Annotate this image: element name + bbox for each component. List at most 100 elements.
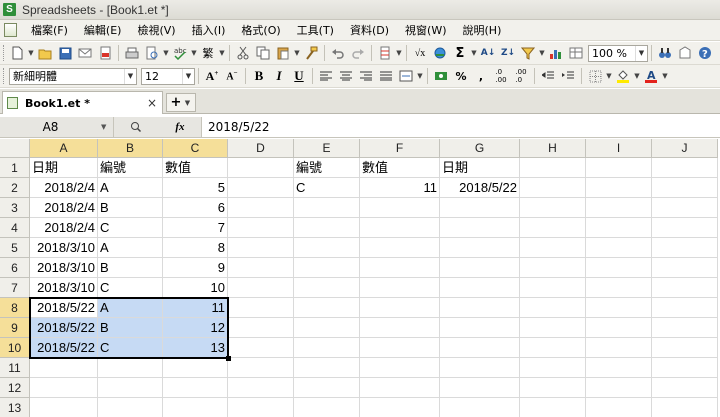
borders-icon[interactable] (586, 67, 604, 85)
insert-rows-icon[interactable] (376, 44, 394, 62)
cell-b11[interactable] (98, 358, 163, 378)
menu-insert[interactable]: 插入(I) (184, 20, 234, 41)
cell-g10[interactable] (440, 338, 520, 358)
cell-j8[interactable] (652, 298, 718, 318)
template-icon[interactable] (676, 44, 694, 62)
cell-a3[interactable]: 2018/2/4 (30, 198, 98, 218)
cell-g8[interactable] (440, 298, 520, 318)
cell-f1[interactable]: 數值 (360, 158, 440, 178)
cell-d1[interactable] (228, 158, 294, 178)
function-wizard-icon[interactable] (431, 44, 449, 62)
cell-i11[interactable] (586, 358, 652, 378)
cell-d2[interactable] (228, 178, 294, 198)
save-icon[interactable] (56, 44, 74, 62)
row-header-5[interactable]: 5 (0, 238, 30, 258)
cell-e7[interactable] (294, 278, 360, 298)
cell-i8[interactable] (586, 298, 652, 318)
cell-b6[interactable]: B (98, 258, 163, 278)
row-header-11[interactable]: 11 (0, 358, 30, 378)
cell-d7[interactable] (228, 278, 294, 298)
decrease-indent-icon[interactable] (539, 67, 557, 85)
column-header-g[interactable]: G (440, 139, 520, 158)
cell-h11[interactable] (520, 358, 586, 378)
cell-j3[interactable] (652, 198, 718, 218)
cell-d3[interactable] (228, 198, 294, 218)
fill-color-dropdown-icon[interactable]: ▼ (633, 72, 641, 80)
sort-ascending-icon[interactable]: A↓ (479, 44, 497, 62)
new-dropdown-icon[interactable]: ▼ (27, 49, 35, 57)
row-header-3[interactable]: 3 (0, 198, 30, 218)
cell-f10[interactable] (360, 338, 440, 358)
cell-g7[interactable] (440, 278, 520, 298)
cell-e11[interactable] (294, 358, 360, 378)
cell-h1[interactable] (520, 158, 586, 178)
cell-i9[interactable] (586, 318, 652, 338)
cell-j12[interactable] (652, 378, 718, 398)
cell-b9[interactable]: B (98, 318, 163, 338)
cell-g4[interactable] (440, 218, 520, 238)
sort-descending-icon[interactable]: Z↓ (499, 44, 517, 62)
cell-f13[interactable] (360, 398, 440, 417)
cell-c6[interactable]: 9 (163, 258, 228, 278)
cell-d8[interactable] (228, 298, 294, 318)
redo-icon[interactable] (349, 44, 367, 62)
copy-icon[interactable] (254, 44, 272, 62)
cell-a4[interactable]: 2018/2/4 (30, 218, 98, 238)
cell-f5[interactable] (360, 238, 440, 258)
cell-i2[interactable] (586, 178, 652, 198)
cell-e1[interactable]: 編號 (294, 158, 360, 178)
cell-i6[interactable] (586, 258, 652, 278)
paste-icon[interactable] (274, 44, 292, 62)
cell-f11[interactable] (360, 358, 440, 378)
cell-a1[interactable]: 日期 (30, 158, 98, 178)
cell-f7[interactable] (360, 278, 440, 298)
insert-function-button[interactable]: fx (175, 121, 184, 133)
cell-c10[interactable]: 13 (163, 338, 228, 358)
fill-handle[interactable] (226, 356, 231, 361)
cell-a8[interactable]: 2018/5/22 (30, 298, 98, 318)
cell-b10[interactable]: C (98, 338, 163, 358)
close-icon[interactable]: × (147, 96, 157, 110)
cell-f3[interactable] (360, 198, 440, 218)
align-center-icon[interactable] (337, 67, 355, 85)
toolbar-grip[interactable] (3, 45, 4, 61)
cell-g6[interactable] (440, 258, 520, 278)
cell-d9[interactable] (228, 318, 294, 338)
cell-h3[interactable] (520, 198, 586, 218)
paste-dropdown-icon[interactable]: ▼ (293, 49, 301, 57)
row-header-1[interactable]: 1 (0, 158, 30, 178)
filter-dropdown-icon[interactable]: ▼ (538, 49, 546, 57)
italic-icon[interactable]: I (270, 67, 288, 85)
cell-f9[interactable] (360, 318, 440, 338)
cell-a11[interactable] (30, 358, 98, 378)
cell-e12[interactable] (294, 378, 360, 398)
column-header-d[interactable]: D (228, 139, 294, 158)
font-size-select[interactable]: 12 ▼ (141, 67, 195, 85)
cell-b12[interactable] (98, 378, 163, 398)
cell-a12[interactable] (30, 378, 98, 398)
row-header-12[interactable]: 12 (0, 378, 30, 398)
row-header-4[interactable]: 4 (0, 218, 30, 238)
menu-edit[interactable]: 編輯(E) (76, 20, 130, 41)
cell-c3[interactable]: 6 (163, 198, 228, 218)
document-menu-icon[interactable] (4, 23, 17, 37)
cell-i7[interactable] (586, 278, 652, 298)
autosum-icon[interactable]: Σ (451, 44, 469, 62)
help-icon[interactable]: ? (696, 44, 714, 62)
bold-icon[interactable]: B (250, 67, 268, 85)
justify-icon[interactable] (377, 67, 395, 85)
cell-b8[interactable]: A (98, 298, 163, 318)
row-header-6[interactable]: 6 (0, 258, 30, 278)
cell-g9[interactable] (440, 318, 520, 338)
cell-i13[interactable] (586, 398, 652, 417)
cell-f8[interactable] (360, 298, 440, 318)
cell-i5[interactable] (586, 238, 652, 258)
cell-c5[interactable]: 8 (163, 238, 228, 258)
cell-i10[interactable] (586, 338, 652, 358)
cell-d5[interactable] (228, 238, 294, 258)
decrease-font-size-icon[interactable]: A− (223, 67, 241, 85)
cell-f12[interactable] (360, 378, 440, 398)
cell-a9[interactable]: 2018/5/22 (30, 318, 98, 338)
font-name-select[interactable]: 新細明體 ▼ (9, 67, 137, 85)
column-header-b[interactable]: B (98, 139, 163, 158)
